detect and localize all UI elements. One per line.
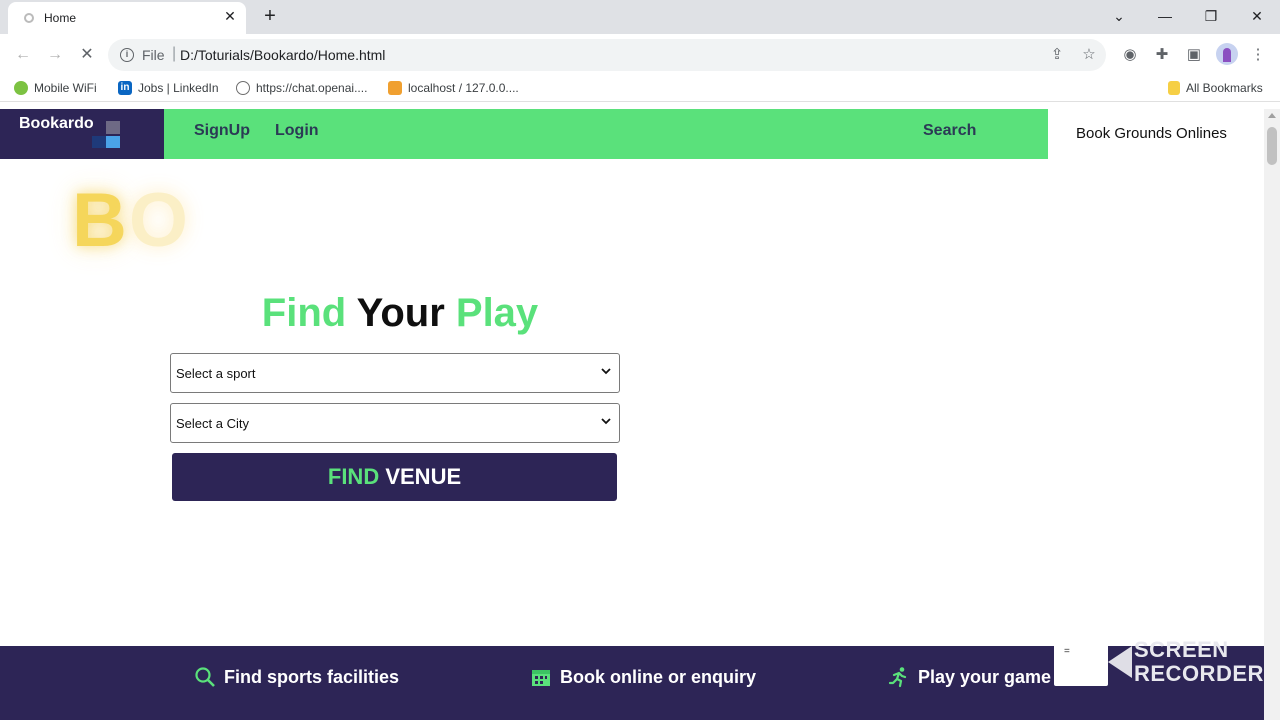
new-tab-button[interactable]: + [258, 5, 282, 29]
header-tagline-box: Book Grounds Onlines [1048, 109, 1264, 159]
scroll-up-icon[interactable] [1268, 113, 1276, 118]
browser-toolbar: ← → ✕ i File | D:/Toturials/Bookardo/Hom… [0, 34, 1280, 76]
feature-book-online: Book online or enquiry [530, 666, 756, 688]
url-text[interactable]: D:/Toturials/Bookardo/Home.html [180, 47, 385, 63]
nav-login-link[interactable]: Login [275, 122, 319, 140]
recorder-text: SCREEN RECORDER [1134, 638, 1264, 686]
url-scheme-label: File [142, 47, 165, 63]
bookmark-linkedin[interactable]: in Jobs | LinkedIn [118, 81, 219, 95]
back-arrow-icon[interactable]: ← [12, 44, 34, 66]
scrollbar-thumb[interactable] [1267, 127, 1277, 165]
info-icon[interactable]: i [120, 48, 134, 62]
stop-loading-icon[interactable]: ✕ [76, 44, 98, 66]
forward-arrow-icon[interactable]: → [44, 44, 66, 66]
all-bookmarks-label: All Bookmarks [1186, 81, 1263, 95]
title-play: Play [455, 291, 539, 335]
bookmark-label: Jobs | LinkedIn [138, 81, 219, 95]
recorder-mark: = [1064, 646, 1070, 657]
feature-label: Play your game [918, 666, 1052, 687]
page-title: Find Your Play [170, 291, 630, 336]
recorder-line-2: RECORDER [1134, 661, 1264, 686]
feature-label: Book online or enquiry [560, 666, 757, 687]
logo-text: Bookardo [19, 115, 94, 132]
tab-close-icon[interactable]: ✕ [222, 8, 238, 24]
bookmark-chatgpt[interactable]: https://chat.openai.... [236, 81, 367, 95]
folder-icon [1168, 81, 1180, 95]
extensions-puzzle-icon[interactable]: ✚ [1151, 44, 1173, 66]
tab-title: Home [44, 11, 77, 25]
feature-label: Find sports facilities [224, 666, 400, 687]
bookmark-label: Mobile WiFi [34, 81, 97, 95]
page-scrollbar[interactable] [1264, 109, 1280, 720]
recorder-line-1: SCREEN [1134, 637, 1229, 662]
side-panel-icon[interactable]: ▣ [1183, 44, 1205, 66]
bookmarks-bar: Mobile WiFi in Jobs | LinkedIn https://c… [0, 76, 1280, 102]
search-icon [195, 667, 215, 687]
bookmark-label: localhost / 127.0.0.... [408, 81, 519, 95]
runner-icon [888, 667, 907, 688]
sport-select-value: Select a sport [176, 366, 256, 381]
feature-play-game: Play your game [888, 666, 1051, 688]
header-tagline: Book Grounds Onlines [1076, 125, 1227, 142]
logo-square-icon [106, 136, 120, 148]
title-find: Find [261, 291, 347, 335]
restore-button[interactable]: ❐ [1197, 4, 1225, 28]
minimize-button[interactable]: — [1151, 4, 1179, 28]
profile-avatar[interactable] [1216, 43, 1238, 65]
chevron-down-icon [601, 418, 611, 425]
main-nav: SignUp Login Search [164, 109, 1048, 159]
web-page: Bookardo SignUp Login Search Book Ground… [0, 109, 1264, 720]
bookmark-mobile-wifi[interactable]: Mobile WiFi [14, 81, 97, 95]
browser-tab-bar: Home ✕ + ⌄ — ❐ ✕ [0, 0, 1280, 34]
nav-signup-link[interactable]: SignUp [194, 122, 250, 140]
sport-select[interactable]: Select a sport [170, 353, 620, 393]
hero-logo-o: O [128, 178, 191, 263]
address-bar[interactable]: i File | D:/Toturials/Bookardo/Home.html… [108, 39, 1106, 71]
screen-recorder-watermark: = SCREEN RECORDER [1054, 638, 1280, 720]
title-your: Your [356, 291, 445, 335]
recorder-logo-box: = [1054, 640, 1108, 686]
feature-find-facilities: Find sports facilities [194, 666, 399, 688]
extension-circle-icon[interactable]: ◉ [1119, 44, 1141, 66]
site-logo[interactable]: Bookardo [0, 109, 164, 159]
linkedin-icon: in [118, 81, 132, 95]
find-venue-button[interactable]: FIND VENUE [172, 453, 617, 501]
loading-favicon-icon [24, 13, 34, 23]
openai-icon [236, 81, 250, 95]
city-select[interactable]: Select a City [170, 403, 620, 443]
wifi-icon [14, 81, 28, 95]
chevron-down-icon [601, 368, 611, 375]
hero-logo-b: B [72, 178, 129, 263]
bookmark-label: https://chat.openai.... [256, 81, 368, 95]
hero-logo: BO [72, 177, 190, 264]
share-icon[interactable]: ⇪ [1048, 46, 1066, 64]
find-button-venue: VENUE [385, 464, 462, 489]
bookmark-localhost[interactable]: localhost / 127.0.0.... [388, 81, 519, 95]
city-select-value: Select a City [176, 416, 249, 431]
phpmyadmin-icon [388, 81, 402, 95]
logo-square-icon [92, 136, 106, 148]
tab-search-icon[interactable]: ⌄ [1105, 4, 1133, 28]
find-button-find: FIND [327, 464, 380, 489]
kebab-menu-icon[interactable]: ⋮ [1247, 44, 1269, 66]
all-bookmarks[interactable]: All Bookmarks [1168, 81, 1263, 95]
recorder-camera-icon [1108, 646, 1132, 678]
close-window-button[interactable]: ✕ [1243, 4, 1271, 28]
browser-tab[interactable]: Home ✕ [8, 2, 246, 34]
nav-search-link[interactable]: Search [923, 122, 976, 140]
url-separator: | [172, 45, 177, 62]
site-header: Bookardo SignUp Login Search Book Ground… [0, 109, 1264, 159]
logo-square-icon [106, 121, 120, 134]
bookmark-star-icon[interactable]: ☆ [1080, 46, 1098, 64]
calendar-icon [532, 670, 550, 686]
